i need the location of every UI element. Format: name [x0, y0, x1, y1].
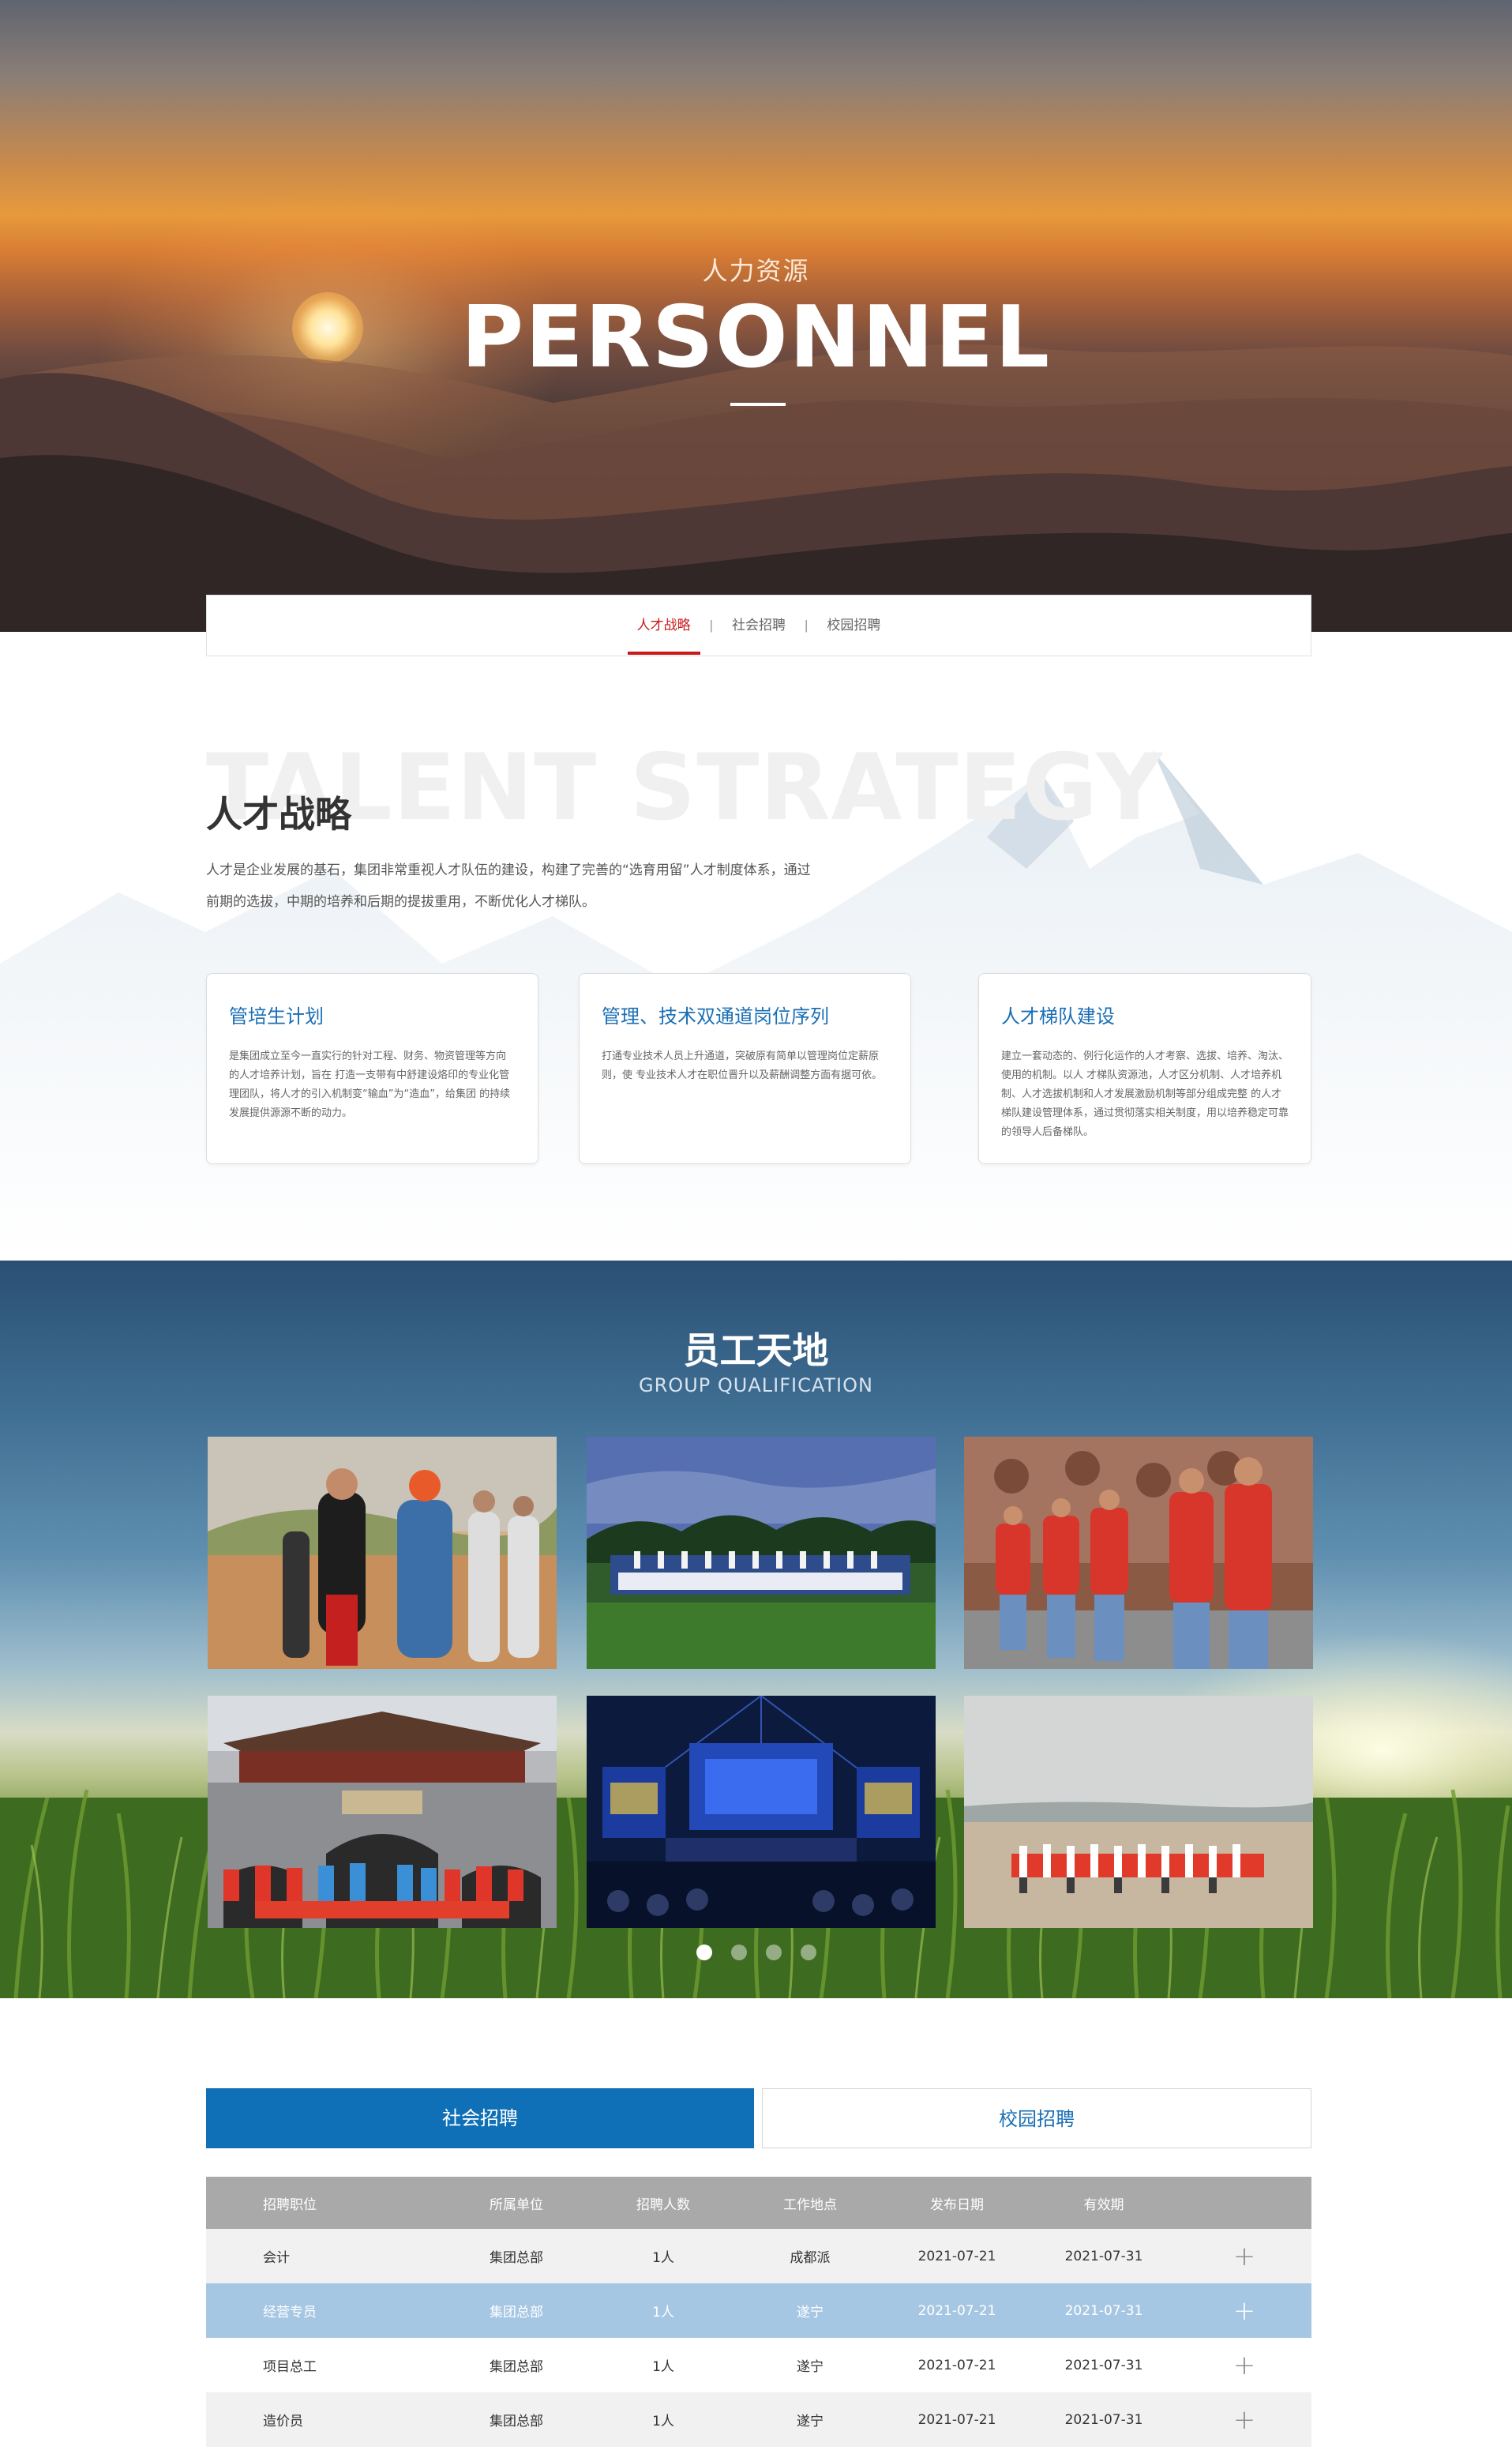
- cell-position: 会计: [263, 2250, 290, 2266]
- cell-position: 造价员: [263, 2414, 303, 2429]
- card-talent-echelon: 人才梯队建设 建立一套动态的、例行化运作的人才考察、选拔、培养、淘汰、使用的机制…: [978, 973, 1311, 1164]
- cell-location: 遂宁: [797, 2305, 824, 2320]
- expand-plus-icon[interactable]: +: [1177, 2352, 1311, 2379]
- tab-social-recruit[interactable]: 社会招聘: [713, 595, 805, 656]
- cell-valid: 2021-07-31: [1064, 2302, 1143, 2319]
- talent-strategy-section: TALENT STRATEGY 人才战略 人才是企业发展的基石，集团非常重视人才…: [0, 632, 1512, 1260]
- table-row[interactable]: 造价员 集团总部 1人 遂宁 2021-07-21 2021-07-31 +: [206, 2392, 1311, 2447]
- hero-subtitle: 人力资源: [702, 256, 810, 286]
- expand-plus-icon[interactable]: +: [1177, 2407, 1311, 2433]
- cell-valid: 2021-07-31: [1064, 2411, 1143, 2428]
- table-row[interactable]: 项目总工 集团总部 1人 遂宁 2021-07-21 2021-07-31 +: [206, 2338, 1311, 2392]
- carousel-dots: [0, 1945, 1512, 1960]
- recruit-tab-campus[interactable]: 校园招聘: [762, 2088, 1311, 2148]
- recruit-tab-social[interactable]: 社会招聘: [206, 2088, 754, 2148]
- col-valid: 有效期: [1083, 2196, 1124, 2213]
- snow-mountain-background: [0, 750, 1512, 1260]
- cell-published: 2021-07-21: [917, 2357, 996, 2373]
- carousel-dot[interactable]: [696, 1945, 712, 1960]
- cell-count: 1人: [652, 2414, 674, 2429]
- carousel-dot[interactable]: [765, 1945, 782, 1960]
- cell-unit: 集团总部: [490, 2414, 543, 2429]
- photo-awards-ceremony[interactable]: [587, 1696, 936, 1928]
- cell-published: 2021-07-21: [917, 2248, 996, 2264]
- table-header: 招聘职位 所属单位 招聘人数 工作地点 发布日期 有效期: [206, 2177, 1311, 2229]
- cell-count: 1人: [652, 2359, 674, 2375]
- photo-site-visit[interactable]: [208, 1437, 557, 1669]
- hero-divider: [730, 403, 786, 406]
- recruit-table: 招聘职位 所属单位 招聘人数 工作地点 发布日期 有效期 会计 集团总部 1人 …: [206, 2177, 1311, 2447]
- photo-oath-ceremony[interactable]: [964, 1437, 1313, 1669]
- col-position: 招聘职位: [263, 2196, 317, 2213]
- card-title: 人才梯队建设: [1001, 1005, 1115, 1028]
- card-dual-channel: 管理、技术双通道岗位序列 打通专业技术人员上升通道，突破原有简单以管理岗位定薪原…: [579, 973, 911, 1164]
- cell-published: 2021-07-21: [917, 2302, 996, 2319]
- cell-location: 遂宁: [797, 2414, 824, 2429]
- cell-position: 经营专员: [263, 2305, 317, 2320]
- cell-count: 1人: [652, 2305, 674, 2320]
- cell-valid: 2021-07-31: [1064, 2357, 1143, 2373]
- tab-campus-recruit[interactable]: 校园招聘: [808, 595, 899, 656]
- photo-beach-group[interactable]: [964, 1696, 1313, 1928]
- card-title: 管理、技术双通道岗位序列: [602, 1005, 829, 1028]
- carousel-dot[interactable]: [730, 1945, 747, 1960]
- hero-title: PERSONNEL: [460, 288, 1052, 387]
- col-published: 发布日期: [930, 2196, 984, 2213]
- cell-location: 成都派: [790, 2250, 831, 2266]
- cell-valid: 2021-07-31: [1064, 2248, 1143, 2264]
- sub-navigation: 人才战略 | 社会招聘 | 校园招聘: [206, 595, 1311, 656]
- cell-unit: 集团总部: [490, 2305, 543, 2320]
- strategy-title: 人才战略: [206, 793, 351, 836]
- cell-count: 1人: [652, 2250, 674, 2266]
- table-row[interactable]: 经营专员 集团总部 1人 遂宁 2021-07-21 2021-07-31 +: [206, 2283, 1311, 2338]
- strategy-description: 人才是企业发展的基石，集团非常重视人才队伍的建设，构建了完善的“选育用留”人才制…: [206, 862, 811, 910]
- staff-subtitle: GROUP QUALIFICATION: [639, 1374, 873, 1396]
- cell-published: 2021-07-21: [917, 2411, 996, 2428]
- photo-city-gate-group[interactable]: [208, 1696, 557, 1928]
- staff-title: 员工天地: [683, 1329, 829, 1372]
- card-text: 是集团成立至今一直实行的针对工程、财务、物资管理等方向的人才培养计划，旨在 打造…: [229, 1050, 511, 1119]
- tab-talent-strategy[interactable]: 人才战略: [618, 595, 710, 656]
- carousel-dot[interactable]: [800, 1945, 816, 1960]
- col-unit: 所属单位: [490, 2196, 543, 2213]
- card-text: 建立一套动态的、例行化运作的人才考察、选拔、培养、淘汰、使用的机制。以人 才梯队…: [1001, 1050, 1289, 1138]
- expand-plus-icon[interactable]: +: [1177, 2298, 1311, 2324]
- card-title: 管培生计划: [229, 1005, 324, 1028]
- col-location: 工作地点: [783, 2196, 837, 2213]
- table-row[interactable]: 会计 集团总部 1人 成都派 2021-07-21 2021-07-31 +: [206, 2229, 1311, 2283]
- cell-location: 遂宁: [797, 2359, 824, 2375]
- cell-unit: 集团总部: [490, 2250, 543, 2266]
- cell-position: 项目总工: [263, 2359, 317, 2375]
- expand-plus-icon[interactable]: +: [1177, 2243, 1311, 2270]
- photo-lawn-event[interactable]: [587, 1437, 936, 1669]
- card-text: 打通专业技术人员上升通道，突破原有简单以管理岗位定薪原则，使 专业技术人才在职位…: [602, 1050, 883, 1081]
- card-trainee-plan: 管培生计划 是集团成立至今一直实行的针对工程、财务、物资管理等方向的人才培养计划…: [206, 973, 538, 1164]
- col-count: 招聘人数: [636, 2196, 690, 2213]
- hero-banner: 人力资源 PERSONNEL: [0, 0, 1512, 632]
- staff-world-section: 员工天地 GROUP QUALIFICATION: [0, 1261, 1512, 1998]
- cell-unit: 集团总部: [490, 2359, 543, 2375]
